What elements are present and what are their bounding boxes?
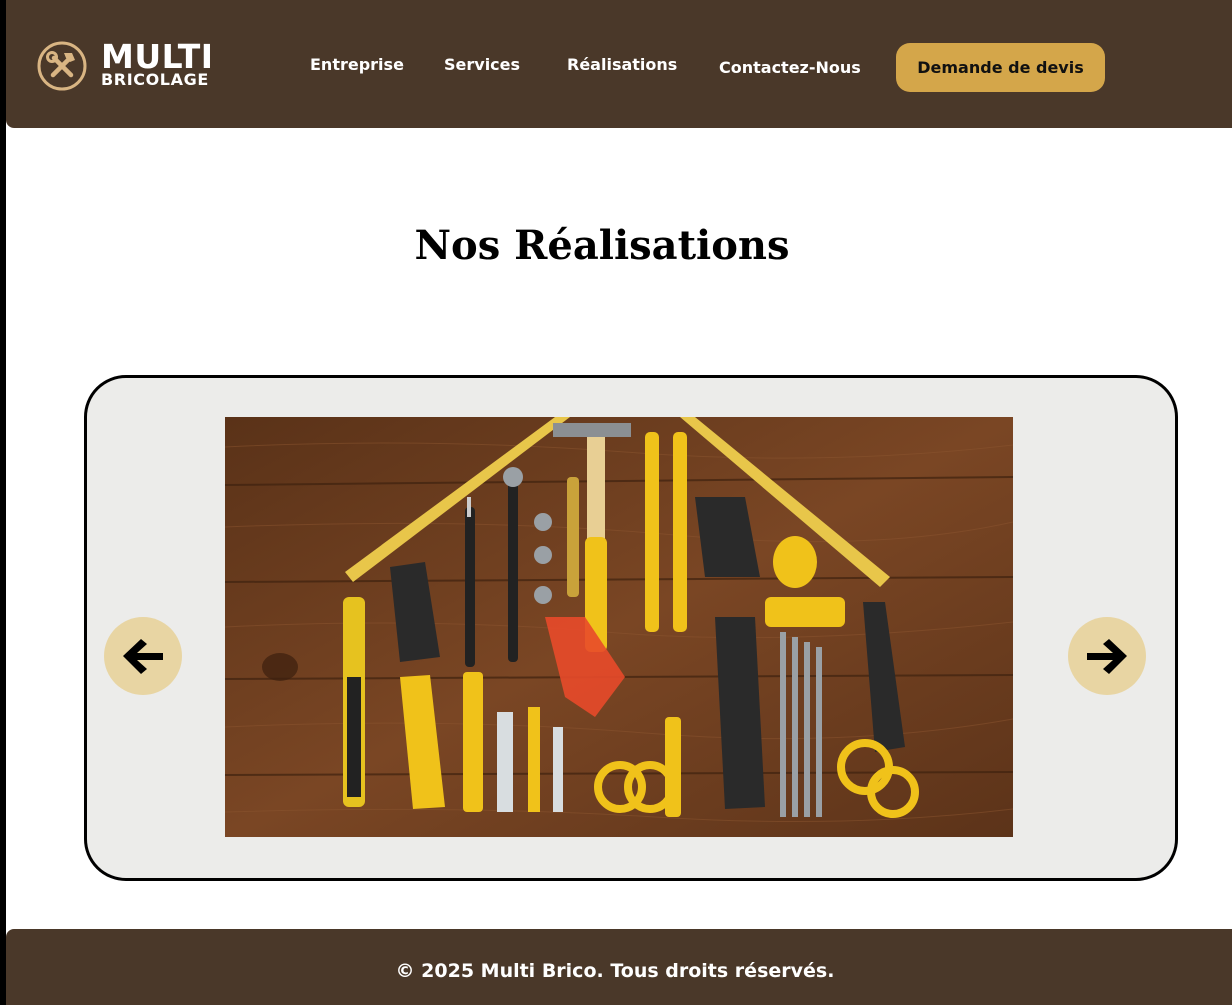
nav-link-services[interactable]: Services [444,55,520,74]
logo-line-multi: MULTI [101,37,214,76]
carousel-prev-button[interactable] [104,617,182,695]
tools-photo [225,417,1013,837]
arrow-left-icon [123,639,163,674]
realisations-carousel [84,375,1178,881]
page: MULTI BRICOLAGE Entreprise Services Réal… [6,0,1232,1005]
nav-link-contact[interactable]: Contactez-Nous [719,58,861,77]
nav-link-entreprise[interactable]: Entreprise [310,55,404,74]
arrow-right-icon [1087,639,1127,674]
carousel-next-button[interactable] [1068,617,1146,695]
site-header: MULTI BRICOLAGE Entreprise Services Réal… [6,0,1232,128]
carousel-slide-image [225,417,1013,837]
logo-wordmark: MULTI BRICOLAGE [101,40,214,88]
page-title: Nos Réalisations [414,222,790,269]
logo-line-bricolage: BRICOLAGE [101,70,209,89]
nav-link-realisations[interactable]: Réalisations [567,55,677,74]
site-logo[interactable]: MULTI BRICOLAGE [37,40,217,92]
copyright-text: © 2025 Multi Brico. Tous droits réservés… [395,960,835,982]
hammer-wrench-icon [37,41,87,91]
site-footer: © 2025 Multi Brico. Tous droits réservés… [6,929,1232,1005]
quote-request-button[interactable]: Demande de devis [896,43,1105,92]
